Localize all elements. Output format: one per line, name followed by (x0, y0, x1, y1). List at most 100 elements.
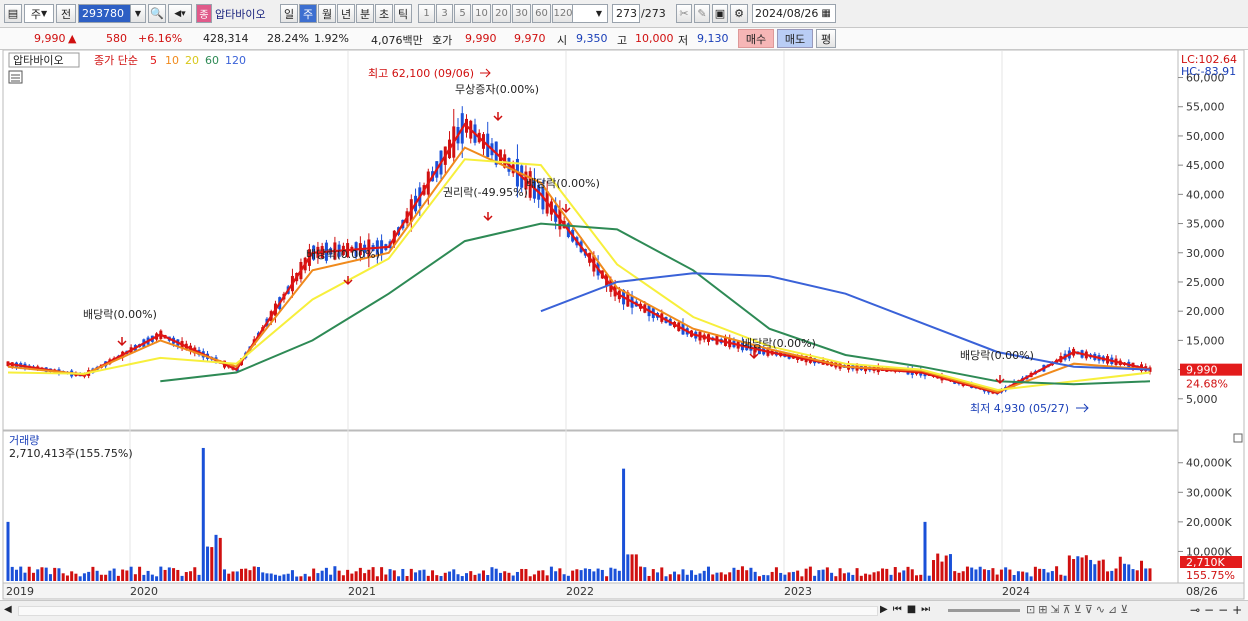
volume-bar (1140, 560, 1144, 581)
volume-bar (651, 569, 655, 581)
period-button-6[interactable]: 틱 (394, 4, 412, 23)
volume-bar (910, 569, 914, 581)
interval-button-3[interactable]: 3 (436, 4, 453, 23)
search-icon[interactable]: 🔍 (148, 4, 166, 23)
pencil-icon[interactable]: ✎ (694, 4, 710, 23)
stock-type-badge: 종 (196, 4, 212, 23)
ratio: 1.92% (314, 32, 349, 45)
drawing-tools[interactable]: ⊡⊞⇲⊼⊻⊽∿⊿⊻ (1026, 603, 1131, 616)
zoom-slider[interactable] (948, 609, 1020, 612)
volume-bar (1084, 555, 1088, 581)
low-annotation: 최저 4,930 (05/27) (970, 402, 1069, 415)
interval-button-20[interactable]: 20 (492, 4, 511, 23)
volume-bar (95, 570, 99, 581)
chart-scroll-bar[interactable]: ◀ ▶⏮■⏭ ⊡⊞⇲⊼⊻⊽∿⊿⊻ ⊸−−+ (0, 600, 1248, 621)
period-select[interactable]: 주 ▼ (24, 4, 54, 23)
interval-input[interactable]: ▼ (572, 4, 608, 23)
volume-bar (316, 573, 320, 581)
volume-bar (235, 571, 239, 581)
zoom-controls[interactable]: ⊸−−+ (1190, 603, 1246, 617)
volume-bar (566, 575, 570, 581)
volume-bar (830, 572, 834, 581)
period-button-1[interactable]: 주 (299, 4, 317, 23)
volume-bar (813, 575, 817, 581)
volume-bar (125, 570, 129, 581)
volume-bar (341, 575, 345, 581)
volume-bar (269, 573, 273, 581)
annotation-label: 권리락(-49.95%) (443, 186, 528, 199)
scroll-track[interactable] (18, 606, 878, 616)
volume-bar (617, 570, 621, 581)
volume-bar (163, 569, 167, 581)
interval-button-30[interactable]: 30 (512, 4, 531, 23)
interval-button-120[interactable]: 120 (552, 4, 574, 23)
y-tick-label: 50,000 (1186, 130, 1225, 143)
period-button-2[interactable]: 월 (318, 4, 336, 23)
volume-bar (31, 572, 35, 581)
volume-bar (1012, 574, 1016, 581)
sell-button[interactable]: 매도 (777, 29, 813, 48)
volume-bar (70, 571, 74, 581)
date-input[interactable]: 2024/08/26 ▦ (752, 4, 836, 23)
interval-button-60[interactable]: 60 (532, 4, 551, 23)
code-dropdown-icon[interactable]: ▼ (130, 4, 146, 23)
volume-bar (690, 570, 694, 581)
chart-settings-icon[interactable]: ▤ (4, 4, 22, 23)
volume-bar (944, 555, 948, 581)
period-button-4[interactable]: 분 (356, 4, 374, 23)
count-input[interactable]: 273 (612, 4, 640, 23)
volume-bar (358, 567, 362, 581)
volume-bar (1131, 569, 1135, 581)
y-tick-label: 15,000 (1186, 334, 1225, 347)
chart-area[interactable]: 60,000 55,000 50,000 45,000 40,000 35,000 30,0… (0, 49, 1248, 621)
volume-bar (995, 574, 999, 581)
panel-close-icon[interactable] (1233, 433, 1243, 443)
volume-bar (397, 576, 401, 581)
volume-bar (957, 572, 961, 581)
volume-bar (367, 569, 371, 581)
playback-controls[interactable]: ▶⏮■⏭ (880, 604, 935, 615)
volume-bar (694, 574, 698, 581)
scroll-left-icon[interactable]: ◀ (4, 604, 12, 615)
save-icon[interactable]: ▣ (712, 4, 728, 23)
speaker-icon[interactable]: ◀▾ (168, 4, 192, 23)
calendar-icon[interactable]: ▦ (821, 8, 830, 19)
volume-bar (418, 570, 422, 581)
period-button-5[interactable]: 초 (375, 4, 393, 23)
volume-bar (231, 571, 235, 581)
period-button-0[interactable]: 일 (280, 4, 298, 23)
volume-bar (108, 570, 112, 581)
gear-icon[interactable]: ⚙ (730, 4, 748, 23)
volume-bar (503, 571, 507, 581)
stock-chart[interactable]: 60,00055,00050,00045,00040,00035,00030,0… (0, 49, 1248, 601)
volume-bar (558, 568, 562, 581)
volume-bar (346, 569, 350, 581)
volume-bar (252, 566, 256, 581)
volume-bar (184, 572, 188, 581)
volume-bar (129, 566, 133, 581)
prev-button[interactable]: 전 (56, 4, 76, 23)
x-tick-label: 08/26 (1186, 585, 1218, 598)
volume-bar (685, 574, 689, 581)
current-price-tag: 9,990 (1186, 364, 1218, 377)
volume-bar (384, 574, 388, 581)
interval-button-10[interactable]: 10 (472, 4, 491, 23)
period-button-3[interactable]: 년 (337, 4, 355, 23)
volume-bar (592, 571, 596, 581)
volume-bar (494, 568, 498, 581)
low-price: 9,130 (697, 32, 729, 45)
interval-button-5[interactable]: 5 (454, 4, 471, 23)
y-tick-label: 45,000 (1186, 159, 1225, 172)
annotation-label: 배당락(0.00%) (960, 349, 1034, 362)
volume-bar (711, 574, 715, 581)
scissors-icon[interactable]: ✂ (676, 4, 692, 23)
volume-bar (14, 569, 18, 581)
eval-button[interactable]: 평 (816, 29, 836, 48)
x-axis-ticks: 2019 2020 2021 2022 2023 2024 08/26 (2, 582, 1245, 600)
volume-bar (673, 571, 677, 581)
interval-button-1[interactable]: 1 (418, 4, 435, 23)
volume-bar (388, 569, 392, 581)
open-label: 시 (557, 34, 568, 47)
volume-bar (931, 560, 935, 581)
buy-button[interactable]: 매수 (738, 29, 774, 48)
